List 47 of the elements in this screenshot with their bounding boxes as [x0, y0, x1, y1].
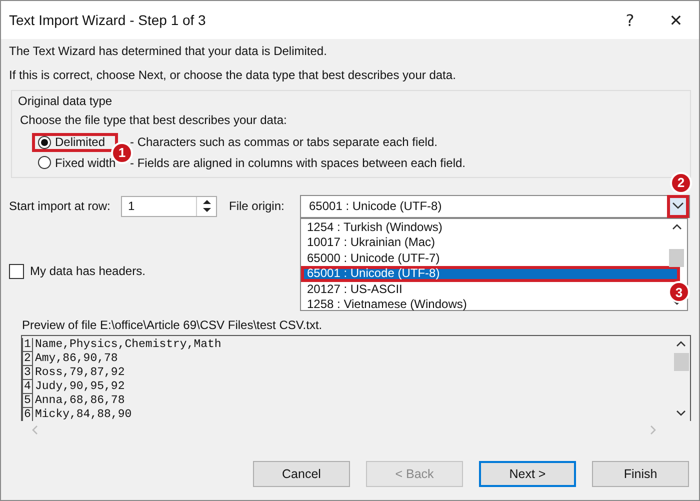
- scrollbar-thumb[interactable]: [674, 353, 688, 371]
- preview-label: Preview of file E:\office\Article 69\CSV Files\test CSV.txt.: [22, 317, 322, 333]
- close-button[interactable]: ✕: [653, 10, 699, 30]
- intro-text: If this is correct, choose Next, or choose the data type that best describes your data.: [9, 67, 457, 84]
- headers-checkbox[interactable]: My data has headers.: [9, 262, 146, 280]
- preview-line: Judy,90,95,92: [34, 380, 125, 394]
- file-origin-dropdown[interactable]: 65001 : Unicode (UTF-8): [300, 194, 690, 218]
- radio-button[interactable]: Delimited: [38, 135, 106, 150]
- preview-line: Micky,84,88,90: [34, 408, 132, 421]
- row-spinner[interactable]: 1: [121, 196, 217, 216]
- line-number: 5: [22, 394, 33, 408]
- option-description: - Characters such as commas or tabs separate each field.: [130, 135, 438, 150]
- dialog-button[interactable]: Finish: [592, 461, 689, 487]
- intro-text: The Text Wizard has determined that your data is Delimited.: [9, 43, 328, 60]
- scroll-up-icon[interactable]: [672, 222, 682, 230]
- prompt-text: Choose the file type that best describes your data:: [20, 112, 288, 128]
- dropdown-option[interactable]: 20127 : US-ASCII: [301, 282, 666, 297]
- preview-line: Ross,79,87,92: [34, 366, 125, 380]
- scroll-down-icon[interactable]: [676, 409, 686, 417]
- dropdown-option[interactable]: 65000 : Unicode (UTF-7): [301, 250, 666, 266]
- line-number: 6: [22, 408, 33, 421]
- window-title: Text Import Wizard - Step 1 of 3: [9, 12, 207, 28]
- radio-button[interactable]: Fixed width: [38, 156, 116, 170]
- preview-line: Name,Physics,Chemistry,Math: [34, 338, 222, 352]
- chevron-down-icon[interactable]: [672, 202, 684, 210]
- dialog-button[interactable]: Cancel: [253, 461, 350, 487]
- preview-line: Amy,86,90,78: [34, 352, 118, 366]
- group-title: Original data type: [18, 93, 114, 109]
- dialog-button[interactable]: Next >: [479, 461, 576, 487]
- help-button[interactable]: ?: [607, 10, 653, 30]
- preview-line: Anna,68,86,78: [34, 394, 125, 408]
- dropdown-option[interactable]: 65001 : Unicode (UTF-8): [301, 266, 680, 282]
- option-description: - Fields are aligned in columns with spaces between each field.: [130, 156, 466, 170]
- step-marker: 3: [668, 281, 690, 303]
- dropdown-option[interactable]: 1258 : Vietnamese (Windows): [301, 297, 666, 312]
- dropdown-option[interactable]: 1254 : Turkish (Windows): [301, 220, 666, 235]
- scroll-up-icon[interactable]: [676, 340, 686, 348]
- line-number: 1: [22, 338, 33, 352]
- field-label: File origin:: [229, 199, 286, 213]
- step-marker: 2: [670, 172, 692, 194]
- field-label: Start import at row:: [9, 199, 112, 213]
- line-number: 3: [22, 366, 33, 380]
- dropdown-option[interactable]: 10017 : Ukrainian (Mac): [301, 235, 666, 250]
- line-number: 2: [22, 352, 33, 366]
- scrollbar-thumb[interactable]: [669, 248, 684, 266]
- dropdown-arrow-button[interactable]: [667, 194, 689, 218]
- line-number: 4: [22, 380, 33, 394]
